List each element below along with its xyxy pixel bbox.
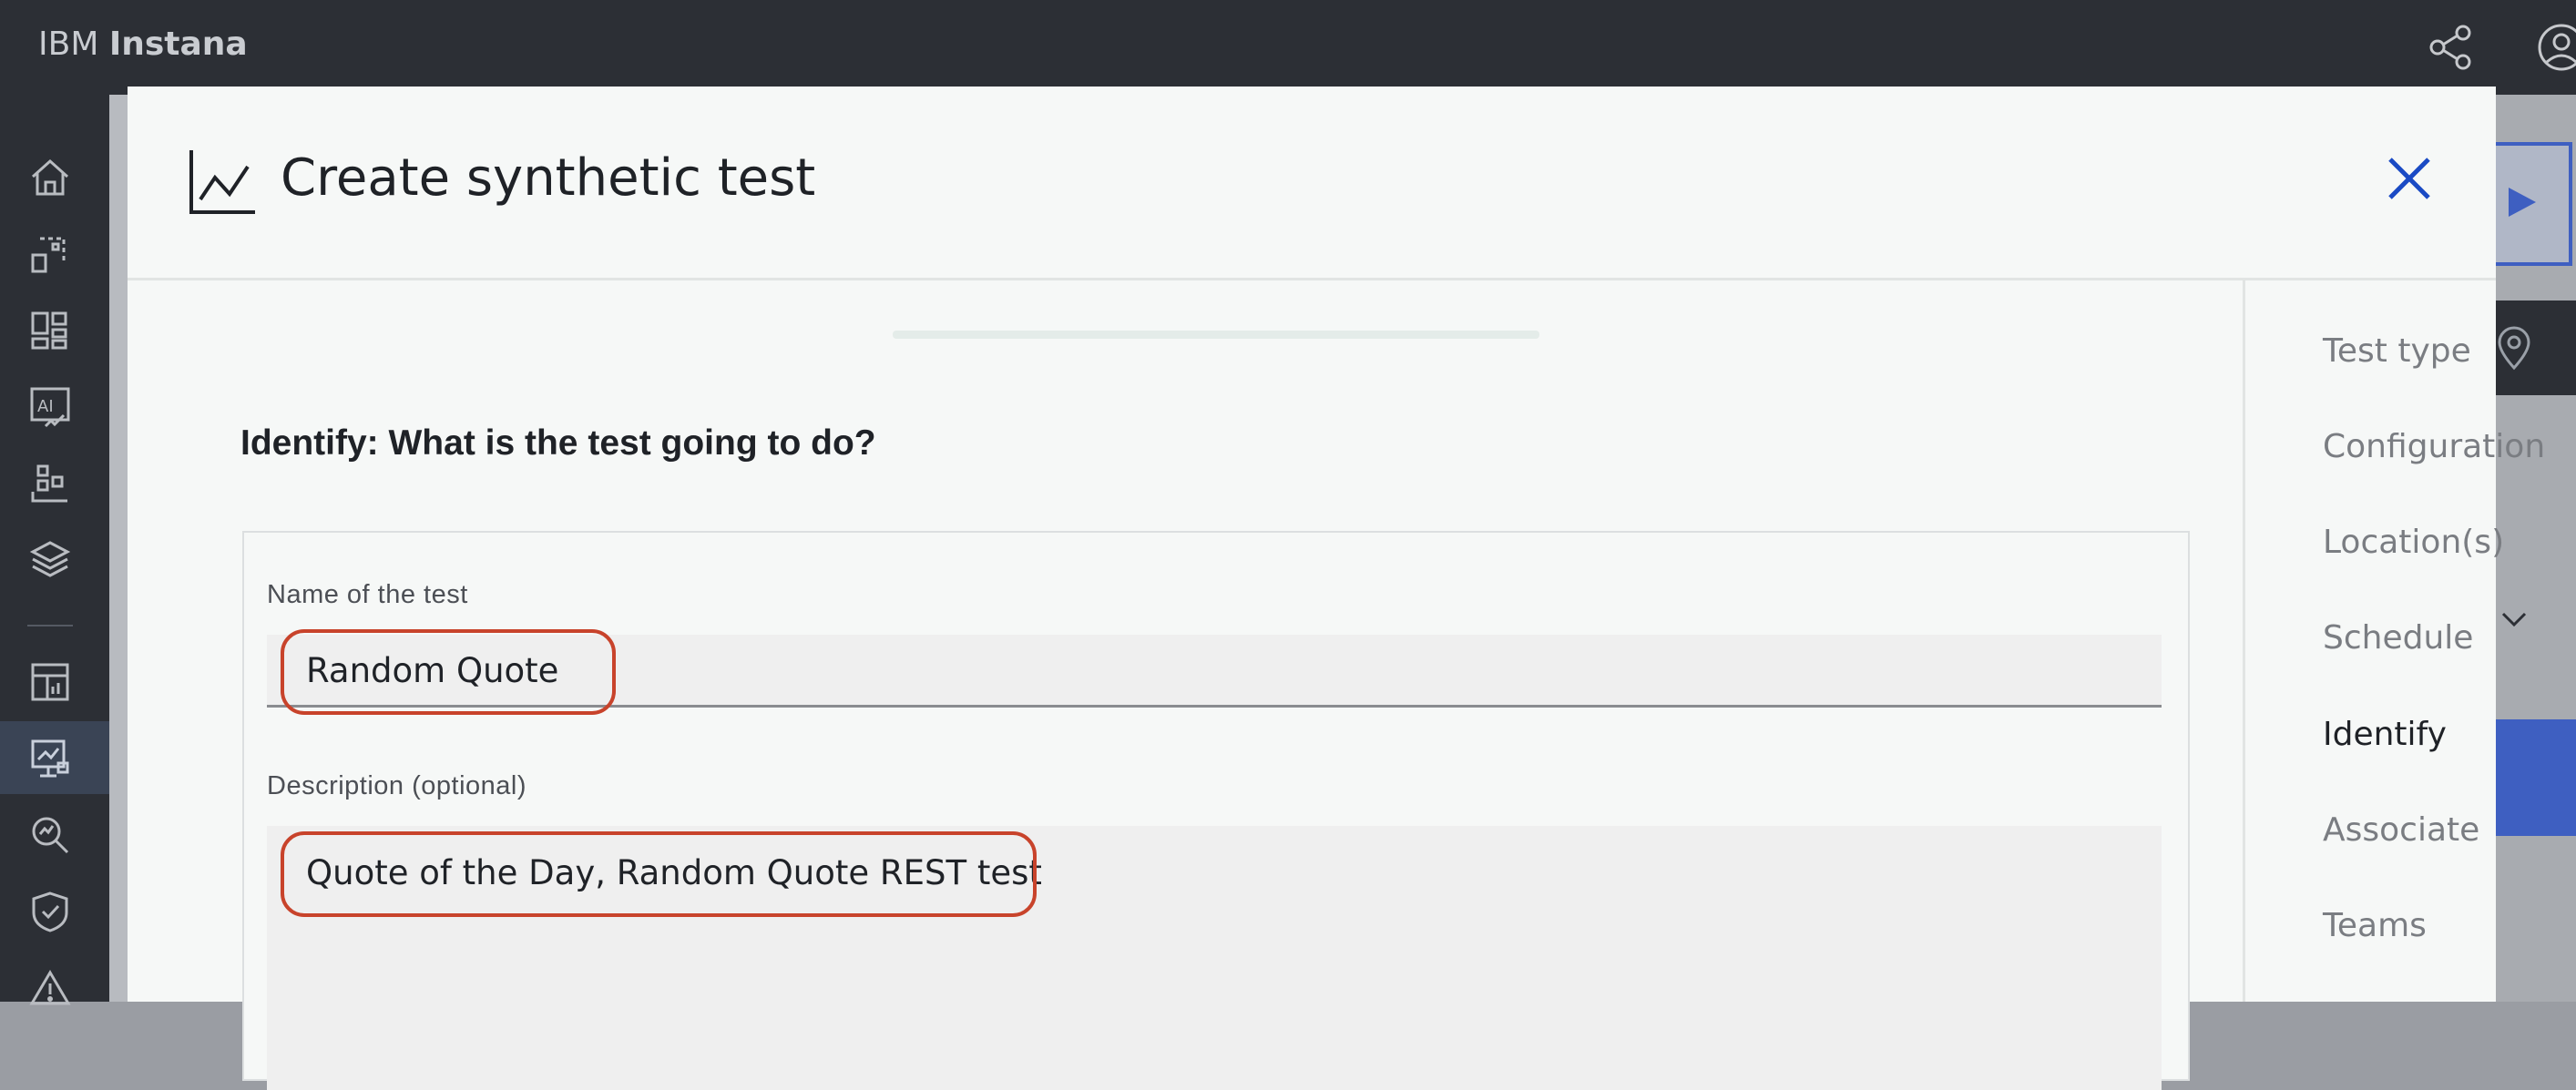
steps-divider bbox=[2243, 280, 2245, 1002]
nav-applications[interactable] bbox=[0, 293, 109, 366]
step-test-type[interactable]: Test type bbox=[2323, 332, 2471, 370]
nav-dashboards[interactable] bbox=[0, 645, 109, 718]
nav-services[interactable] bbox=[0, 446, 109, 519]
chevron-down-icon bbox=[2501, 612, 2527, 627]
section-heading: Identify: What is the test going to do? bbox=[240, 423, 876, 463]
top-header: IBM Instana bbox=[0, 0, 2576, 95]
description-highlight bbox=[281, 831, 1037, 917]
progress-indicator bbox=[893, 331, 1539, 339]
background-strip bbox=[109, 95, 128, 1002]
step-schedule[interactable]: Schedule bbox=[2323, 619, 2473, 657]
services-icon bbox=[31, 464, 67, 503]
nav-ai[interactable]: AI bbox=[0, 370, 109, 443]
left-navigation: AI bbox=[0, 95, 109, 1005]
brand-logo[interactable]: IBM Instana bbox=[38, 25, 248, 63]
brand-prefix: IBM bbox=[38, 25, 109, 63]
step-associate[interactable]: Associate bbox=[2323, 811, 2479, 849]
layers-icon bbox=[29, 541, 71, 577]
nav-alerts[interactable] bbox=[0, 951, 109, 1024]
play-icon bbox=[2509, 188, 2536, 217]
nav-analyze[interactable] bbox=[0, 798, 109, 871]
nav-infrastructure[interactable] bbox=[0, 217, 109, 290]
location-pin-icon bbox=[2498, 326, 2530, 371]
description-label: Description (optional) bbox=[267, 771, 527, 800]
applications-icon bbox=[31, 311, 67, 350]
create-synthetic-test-modal: Create synthetic test Identify: What is … bbox=[128, 87, 2545, 1090]
step-identify[interactable]: Identify bbox=[2323, 716, 2447, 753]
svg-text:AI: AI bbox=[37, 397, 54, 416]
ai-monitoring-icon: AI bbox=[30, 387, 70, 428]
nav-synthetic-monitoring[interactable] bbox=[0, 721, 109, 794]
nav-layers[interactable] bbox=[0, 523, 109, 596]
nav-home[interactable] bbox=[0, 140, 109, 213]
home-icon bbox=[31, 158, 69, 196]
line-chart-icon bbox=[189, 150, 255, 214]
infrastructure-map-icon bbox=[31, 237, 66, 273]
test-name-highlight bbox=[281, 629, 616, 715]
share-icon[interactable] bbox=[2423, 20, 2478, 75]
nav-security[interactable] bbox=[0, 874, 109, 947]
alerts-icon bbox=[29, 970, 71, 1005]
user-profile-icon[interactable] bbox=[2534, 20, 2576, 75]
synthetic-monitoring-icon bbox=[31, 739, 69, 778]
dashboard-icon bbox=[31, 663, 69, 701]
modal-title: Create synthetic test bbox=[281, 148, 816, 208]
modal-header: Create synthetic test bbox=[128, 87, 2496, 280]
analyze-icon bbox=[32, 817, 69, 854]
step-locations[interactable]: Location(s) bbox=[2323, 524, 2504, 561]
test-name-label: Name of the test bbox=[267, 580, 468, 609]
nav-divider bbox=[27, 625, 73, 626]
security-icon bbox=[32, 891, 68, 932]
step-teams[interactable]: Teams bbox=[2323, 907, 2427, 944]
step-configuration[interactable]: Configuration bbox=[2323, 428, 2545, 465]
brand-name: Instana bbox=[108, 25, 248, 63]
close-icon[interactable] bbox=[2381, 150, 2438, 207]
